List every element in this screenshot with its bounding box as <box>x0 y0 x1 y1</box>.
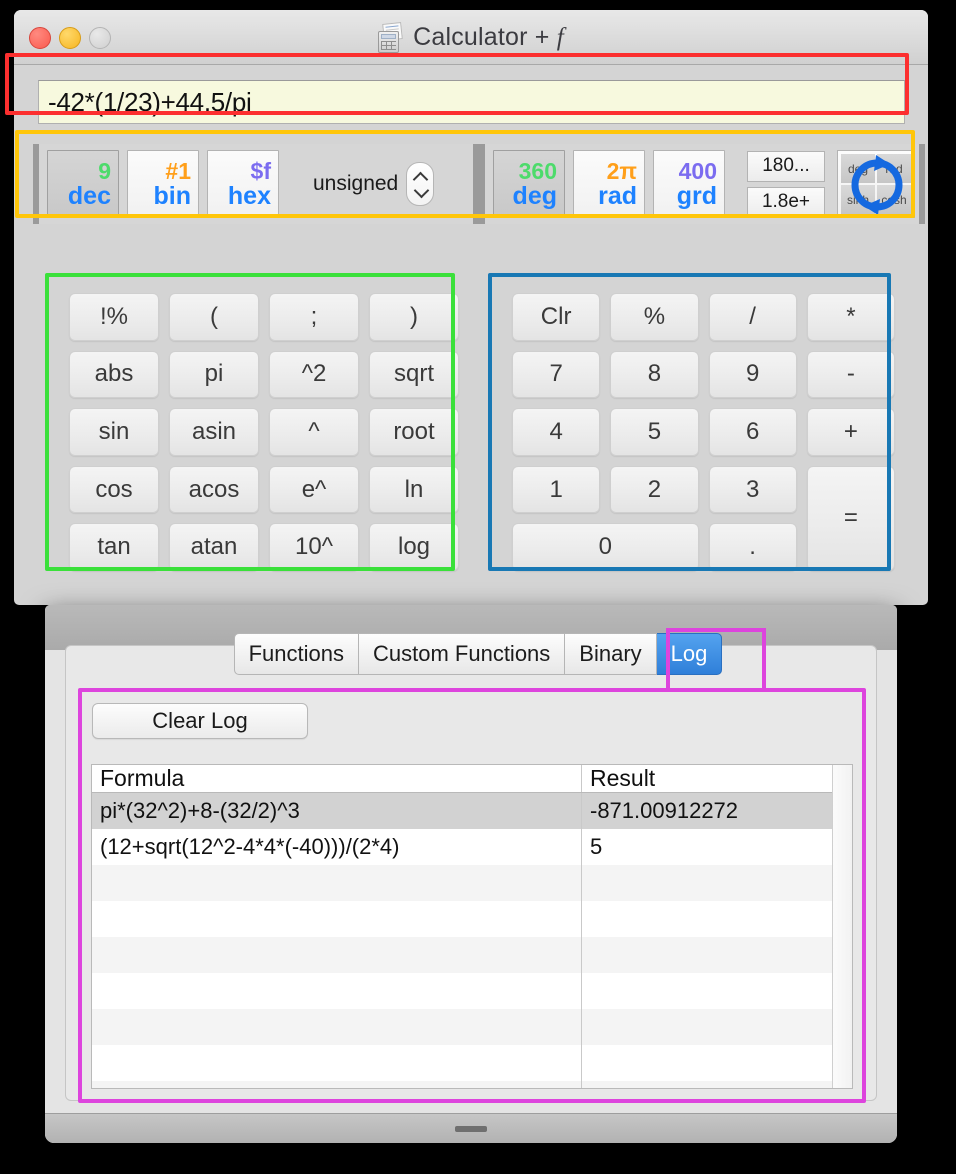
annotation-log-panel-box <box>78 688 866 1103</box>
calculator-document-icon <box>378 21 404 53</box>
window-title-fx: f <box>556 24 564 51</box>
tab-functions[interactable]: Functions <box>233 633 359 675</box>
screen: Calculator + f -42*(1/23)+44.5/pi 9 dec … <box>0 0 956 1174</box>
resize-grip-handle[interactable] <box>455 1125 487 1132</box>
annotation-numeric-pad-box <box>488 273 891 571</box>
annotation-expression-box <box>5 53 909 115</box>
window-title: Calculator + f <box>413 23 564 52</box>
annotation-log-tab-box <box>666 628 766 692</box>
window-title-text: Calculator + <box>413 23 557 51</box>
tab-bar: Functions Custom Functions Binary Log <box>0 633 956 675</box>
annotation-function-pad-box <box>45 273 455 571</box>
drawer-footer <box>45 1113 897 1143</box>
annotation-mode-bar-box <box>15 130 915 218</box>
tab-binary[interactable]: Binary <box>565 633 657 675</box>
tab-custom-functions[interactable]: Custom Functions <box>359 633 566 675</box>
